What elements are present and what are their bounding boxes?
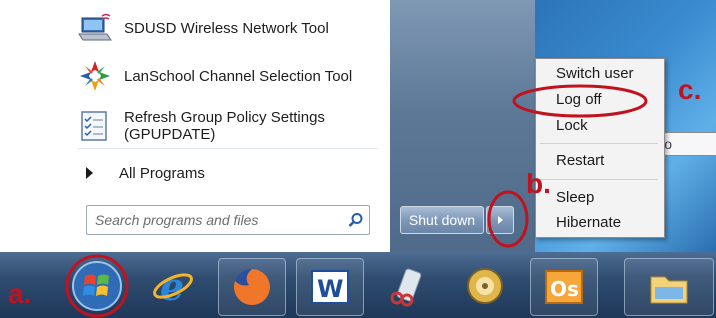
annotation-overlay bbox=[65, 84, 648, 318]
annotation-circle-start bbox=[65, 254, 129, 318]
annotation-circle-logoff bbox=[512, 84, 648, 118]
annotation-label-b: b. bbox=[526, 168, 551, 199]
annotation-circle-arrow bbox=[487, 190, 529, 248]
annotation-label-c: c. bbox=[678, 74, 702, 105]
annotation-label-a: a. bbox=[8, 278, 32, 309]
